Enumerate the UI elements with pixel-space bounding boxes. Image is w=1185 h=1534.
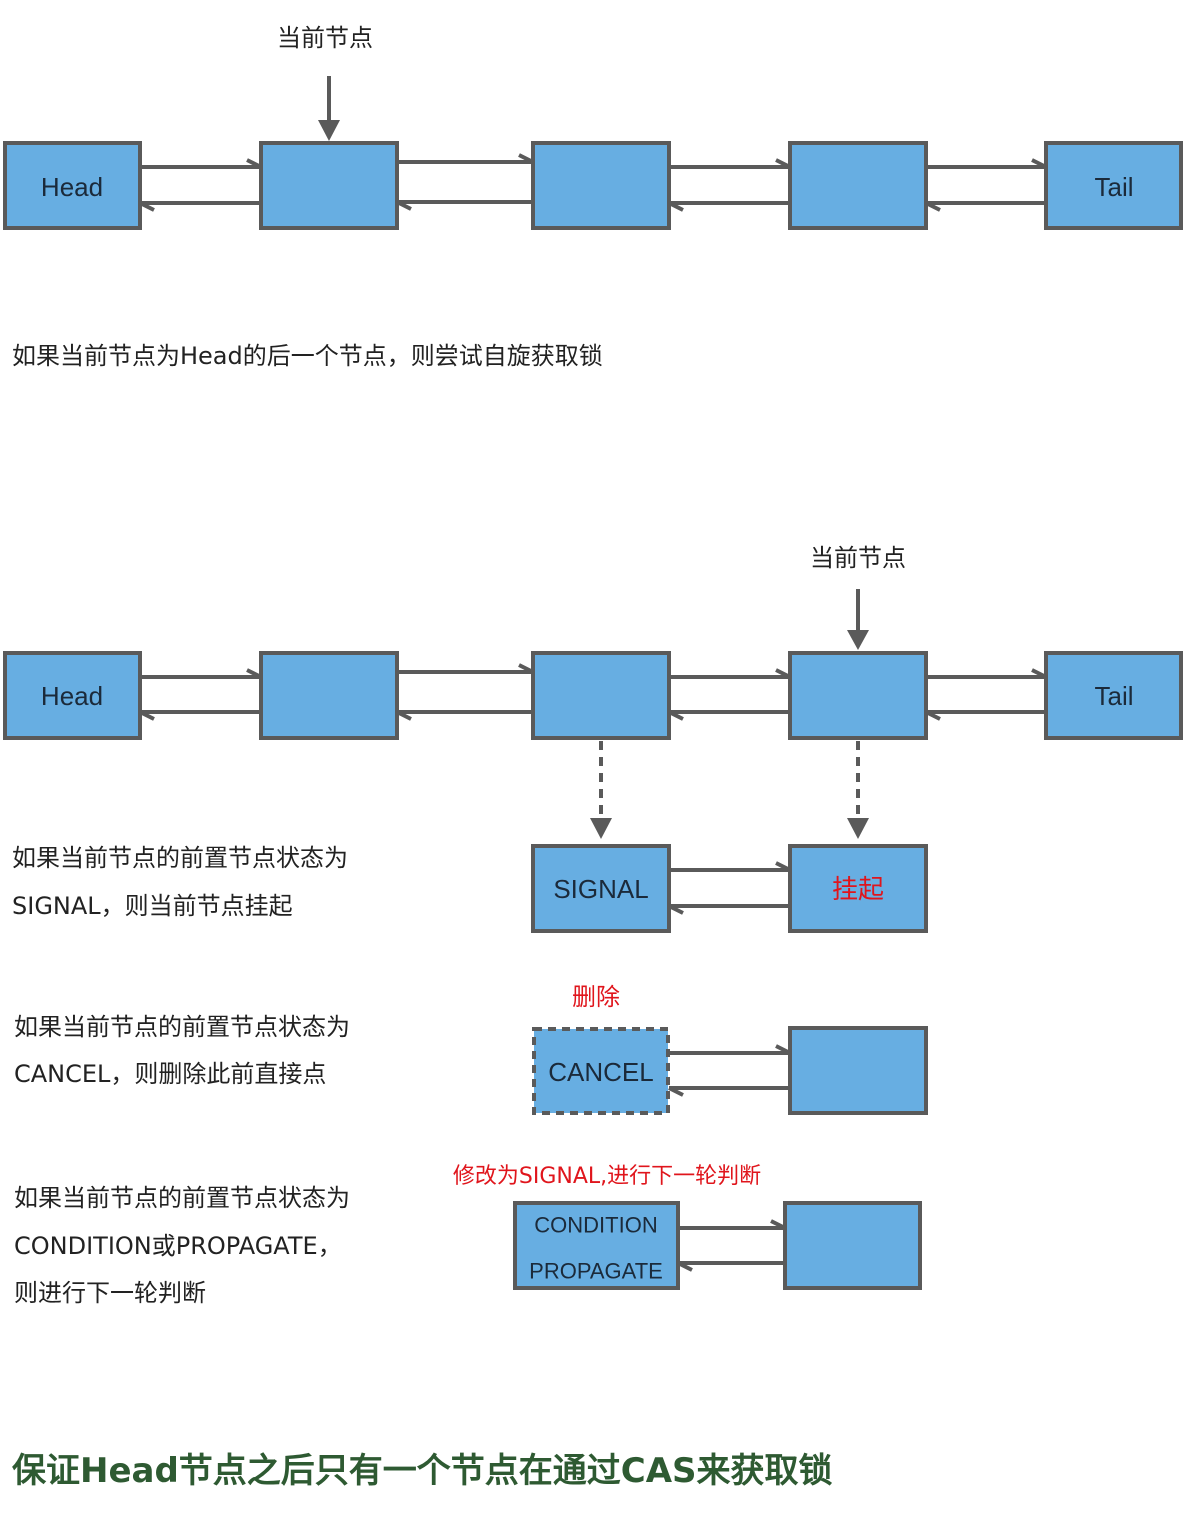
- case-cancel: 如果当前节点的前置节点状态为 CANCEL，则删除此前直接点 删除 CANCEL: [14, 983, 928, 1115]
- node-label: 挂起: [832, 874, 884, 904]
- node-current: [783, 1201, 922, 1290]
- node-box: [531, 141, 671, 230]
- node-tail: Tail: [1044, 651, 1183, 740]
- node-predecessor: [531, 651, 671, 740]
- next-link: [669, 158, 791, 169]
- next-link: [397, 153, 534, 164]
- node: [531, 141, 671, 230]
- node-box: [259, 141, 399, 230]
- node-box: [531, 651, 671, 740]
- node-label: Head: [41, 172, 103, 202]
- prev-link: [668, 1086, 790, 1097]
- next-link: [669, 861, 791, 872]
- node-box: [788, 141, 928, 230]
- diagram-2: 当前节点 Head Tail: [3, 544, 1183, 839]
- node-label-line: CONDITION: [534, 1213, 657, 1238]
- prev-link: [668, 201, 790, 212]
- diagram-1: 当前节点 Head Tail 如果当前节点为Head的后一个节点，则尝试自旋获取…: [3, 24, 1183, 370]
- case-description-line: CANCEL，则删除此前直接点: [14, 1060, 326, 1088]
- node-head: Head: [3, 651, 142, 740]
- node-box: [783, 1201, 922, 1290]
- node-current: [259, 141, 399, 230]
- nodes-2: Head Tail: [3, 651, 1183, 740]
- arrow-down-icon: [590, 818, 612, 839]
- next-link: [140, 668, 262, 679]
- node-current: [788, 651, 928, 740]
- prev-link: [925, 201, 1046, 212]
- case-description-line: SIGNAL，则当前节点挂起: [12, 892, 293, 920]
- predecessor-dashed-pointer: [590, 741, 612, 839]
- node-label-line: PROPAGATE: [529, 1259, 663, 1284]
- prev-link: [139, 201, 261, 212]
- nodes-1: Head Tail: [3, 141, 1183, 230]
- next-link: [669, 668, 791, 679]
- summary-text: 保证Head节点之后只有一个节点在通过CAS来获取锁: [12, 1451, 833, 1491]
- next-link: [140, 158, 262, 169]
- node-suspended: 挂起: [788, 844, 928, 933]
- next-link: [669, 1044, 791, 1055]
- case-description-line: 则进行下一轮判断: [14, 1279, 206, 1307]
- node-label: Tail: [1094, 681, 1133, 711]
- node-tail: Tail: [1044, 141, 1183, 230]
- prev-link: [677, 1261, 785, 1272]
- next-link: [397, 663, 534, 674]
- arrow-down-icon: [318, 120, 340, 141]
- node-box: [788, 1026, 928, 1115]
- description-1: 如果当前节点为Head的后一个节点，则尝试自旋获取锁: [12, 342, 603, 370]
- node-head: Head: [3, 141, 142, 230]
- next-link: [926, 158, 1047, 169]
- next-link: [678, 1219, 786, 1230]
- aqs-acquire-diagram: 当前节点 Head Tail 如果当前节点为Head的后一个节点，则尝试自旋获取…: [3, 24, 1183, 1491]
- prev-link: [139, 710, 261, 721]
- modify-annotation: 修改为SIGNAL,进行下一轮判断: [453, 1164, 761, 1189]
- current-node-label-1: 当前节点: [277, 24, 373, 52]
- prev-link: [668, 710, 790, 721]
- node-box: [788, 651, 928, 740]
- prev-link: [925, 710, 1046, 721]
- delete-annotation: 删除: [572, 983, 620, 1011]
- node-condition-propagate: CONDITION PROPAGATE: [513, 1201, 680, 1290]
- links-case-2: [668, 1044, 791, 1097]
- node: [788, 141, 928, 230]
- prev-link: [668, 904, 790, 915]
- current-dashed-pointer: [847, 741, 869, 839]
- node-label: CANCEL: [548, 1057, 653, 1087]
- case-description-line: 如果当前节点的前置节点状态为: [14, 1013, 350, 1041]
- next-link: [926, 668, 1047, 679]
- node-label: Head: [41, 681, 103, 711]
- links-case-1: [668, 861, 791, 915]
- node-cancel: CANCEL: [532, 1027, 670, 1115]
- case-condition-propagate: 如果当前节点的前置节点状态为 CONDITION或PROPAGATE， 则进行下…: [14, 1164, 922, 1307]
- node-label: SIGNAL: [553, 874, 648, 904]
- prev-link: [396, 710, 533, 721]
- node-label: Tail: [1094, 172, 1133, 202]
- node-current: [788, 1026, 928, 1115]
- case-description-line: 如果当前节点的前置节点状态为: [12, 844, 348, 872]
- current-node-label-2: 当前节点: [810, 544, 906, 572]
- case-signal: 如果当前节点的前置节点状态为 SIGNAL，则当前节点挂起 SIGNAL 挂起: [12, 844, 928, 933]
- arrow-down-icon: [847, 630, 869, 650]
- node: [259, 651, 399, 740]
- arrow-down-icon: [847, 818, 869, 839]
- node-box: [259, 651, 399, 740]
- node-signal: SIGNAL: [531, 844, 671, 933]
- current-node-pointer-2: [847, 589, 869, 650]
- prev-link: [396, 200, 533, 211]
- case-description-line: CONDITION或PROPAGATE，: [14, 1232, 342, 1260]
- links-case-3: [677, 1219, 786, 1272]
- case-description-line: 如果当前节点的前置节点状态为: [14, 1184, 350, 1212]
- current-node-pointer-1: [318, 76, 340, 141]
